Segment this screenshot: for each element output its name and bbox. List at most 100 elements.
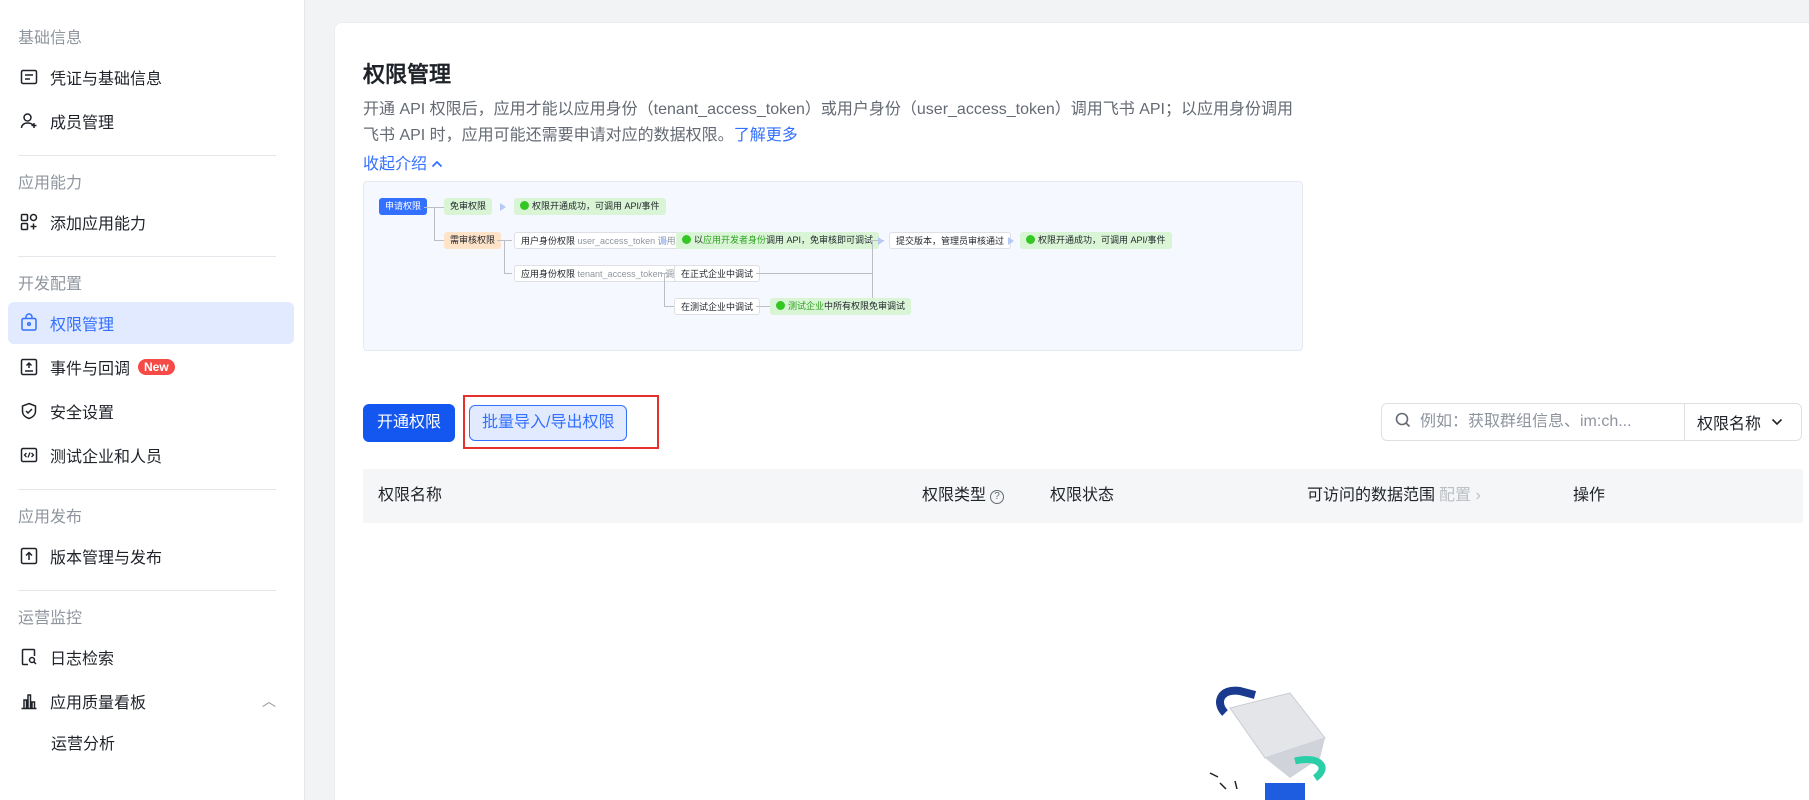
search-icon [1394, 411, 1412, 434]
column-scope-label: 可访问的数据范围 [1307, 487, 1436, 504]
description-text: 开通 API 权限后，应用才能以应用身份（tenant_access_token… [363, 101, 1293, 144]
sidebar-group-monitor: 运营监控 [18, 610, 83, 627]
open-permission-button[interactable]: 开通权限 [363, 404, 456, 442]
sidebar-item-security[interactable]: 安全设置 [8, 390, 294, 432]
help-icon[interactable]: ? [990, 490, 1005, 504]
sidebar: 基础信息 凭证与基础信息 成员管理 应用能力 添加应用能力 开发配置 权限管理 … [0, 0, 305, 800]
permission-icon [18, 312, 40, 334]
final-result-label: 权限开通成功，可调用 API/事件 [1038, 235, 1166, 245]
sidebar-item-versions[interactable]: 版本管理与发布 [8, 535, 294, 577]
sidebar-item-label: 事件与回调 [50, 361, 131, 378]
check-circle-icon [520, 201, 529, 210]
sidebar-divider [18, 489, 276, 490]
check-circle-icon [776, 301, 785, 310]
permission-flow-diagram: 申请权限 免审权限 权限开通成功，可调用 API/事件 需审核权限 用户身份权限… [363, 181, 1303, 351]
flow-line [664, 273, 665, 306]
no-review-result-tag: 权限开通成功，可调用 API/事件 [514, 198, 666, 215]
sidebar-item-label: 测试企业和人员 [50, 449, 163, 466]
permission-table-header: 权限名称 权限类型? 权限状态 可访问的数据范围 配置 › 操作 [363, 469, 1803, 523]
column-header-status: 权限状态 [1050, 487, 1115, 504]
final-result-tag: 权限开通成功，可调用 API/事件 [1020, 232, 1172, 249]
sidebar-item-label: 权限管理 [50, 317, 115, 334]
sidebar-item-events[interactable]: 事件与回调 New [8, 346, 294, 388]
scope-config-link[interactable]: 配置 › [1439, 487, 1481, 504]
event-icon [18, 356, 40, 378]
sidebar-group-dev: 开发配置 [18, 276, 83, 293]
arrow-icon [1008, 237, 1014, 245]
apply-permission-tag: 申请权限 [379, 198, 428, 215]
empty-state-illustration [1195, 683, 1355, 800]
collapse-intro-button[interactable]: 收起介绍 [363, 150, 443, 174]
main-card: 权限管理 开通 API 权限后，应用才能以应用身份（tenant_access_… [334, 22, 1809, 800]
sidebar-item-members[interactable]: 成员管理 [8, 100, 294, 142]
sidebar-subitem-ops-analysis[interactable]: 运营分析 [0, 724, 304, 766]
sidebar-item-label: 成员管理 [50, 115, 115, 132]
permission-search-box[interactable] [1381, 403, 1685, 441]
flow-line [434, 207, 435, 240]
chart-icon [18, 690, 40, 712]
sidebar-item-credentials[interactable]: 凭证与基础信息 [8, 56, 294, 98]
dev-identity-tag: 以应用开发者身份调用 API，免审核即可调试 [676, 232, 880, 249]
dev-identity-highlight: 应用开发者身份 [703, 235, 767, 245]
sidebar-item-label: 日志检索 [50, 651, 115, 668]
sidebar-item-label: 版本管理与发布 [50, 550, 163, 567]
column-header-name: 权限名称 [378, 487, 443, 504]
sidebar-item-label: 添加应用能力 [50, 216, 147, 233]
flow-line [504, 273, 512, 274]
test-result-highlight: 测试企业 [788, 301, 825, 311]
search-field-select[interactable]: 权限名称 [1684, 403, 1802, 441]
log-search-icon [18, 646, 40, 668]
search-input[interactable] [1420, 413, 1670, 431]
arrow-icon [878, 237, 884, 245]
sidebar-item-permissions[interactable]: 权限管理 [8, 302, 294, 344]
sidebar-item-quality-dashboard[interactable]: 应用质量看板 ︿ [8, 680, 294, 722]
sidebar-group-basic: 基础信息 [18, 30, 83, 47]
column-type-label: 权限类型 [922, 487, 987, 504]
chevron-right-icon: › [1475, 487, 1481, 504]
column-header-action: 操作 [1573, 487, 1606, 504]
page-description: 开通 API 权限后，应用才能以应用身份（tenant_access_token… [363, 97, 1293, 149]
check-circle-icon [682, 235, 691, 244]
chevron-up-icon [431, 156, 443, 173]
arrow-icon [662, 237, 668, 245]
upload-icon [18, 545, 40, 567]
dev-identity-suffix: 调用 API，免审核即可调试 [766, 235, 874, 245]
sidebar-item-test-enterprise[interactable]: 测试企业和人员 [8, 434, 294, 476]
sidebar-item-label: 安全设置 [50, 405, 115, 422]
sidebar-item-add-capability[interactable]: 添加应用能力 [8, 201, 294, 243]
dev-identity-prefix: 以 [694, 235, 704, 245]
test-result-suffix: 中所有权限免审调试 [824, 301, 906, 311]
arrow-icon [500, 203, 506, 211]
user-permission-sub: user_access_token 调用 [577, 236, 676, 246]
credential-icon [18, 66, 40, 88]
flow-line [756, 306, 770, 307]
select-value: 权限名称 [1697, 416, 1762, 433]
column-header-scope: 可访问的数据范围 配置 › [1307, 469, 1481, 523]
sidebar-divider [18, 256, 276, 257]
flow-line [660, 273, 674, 274]
learn-more-link[interactable]: 了解更多 [734, 127, 798, 144]
sidebar-divider [18, 590, 276, 591]
flow-line [756, 273, 872, 274]
test-icon [18, 444, 40, 466]
submit-version-tag: 提交版本，管理员审核通过 [889, 232, 1012, 249]
annotation-highlight-box [463, 395, 659, 449]
user-permission-tag: 用户身份权限 user_access_token 调用 [514, 232, 683, 249]
need-review-tag: 需审核权限 [444, 232, 502, 249]
column-header-type: 权限类型? [922, 469, 1005, 523]
collapse-label: 收起介绍 [363, 156, 428, 173]
add-member-icon [18, 110, 40, 132]
sidebar-item-label: 应用质量看板 [50, 695, 147, 712]
scope-config-label: 配置 [1439, 487, 1472, 504]
prod-debug-tag: 在正式企业中调试 [674, 265, 761, 282]
flow-line [434, 240, 444, 241]
chevron-up-icon[interactable]: ︿ [262, 691, 276, 711]
chevron-down-icon [1771, 415, 1783, 429]
test-result-tag: 测试企业中所有权限免审调试 [770, 298, 912, 315]
sidebar-divider [18, 155, 276, 156]
flow-line [664, 306, 674, 307]
flow-line [872, 240, 873, 306]
flow-line [872, 306, 873, 307]
sidebar-item-log-search[interactable]: 日志检索 [8, 636, 294, 678]
app-permission-label: 应用身份权限 [521, 269, 576, 279]
